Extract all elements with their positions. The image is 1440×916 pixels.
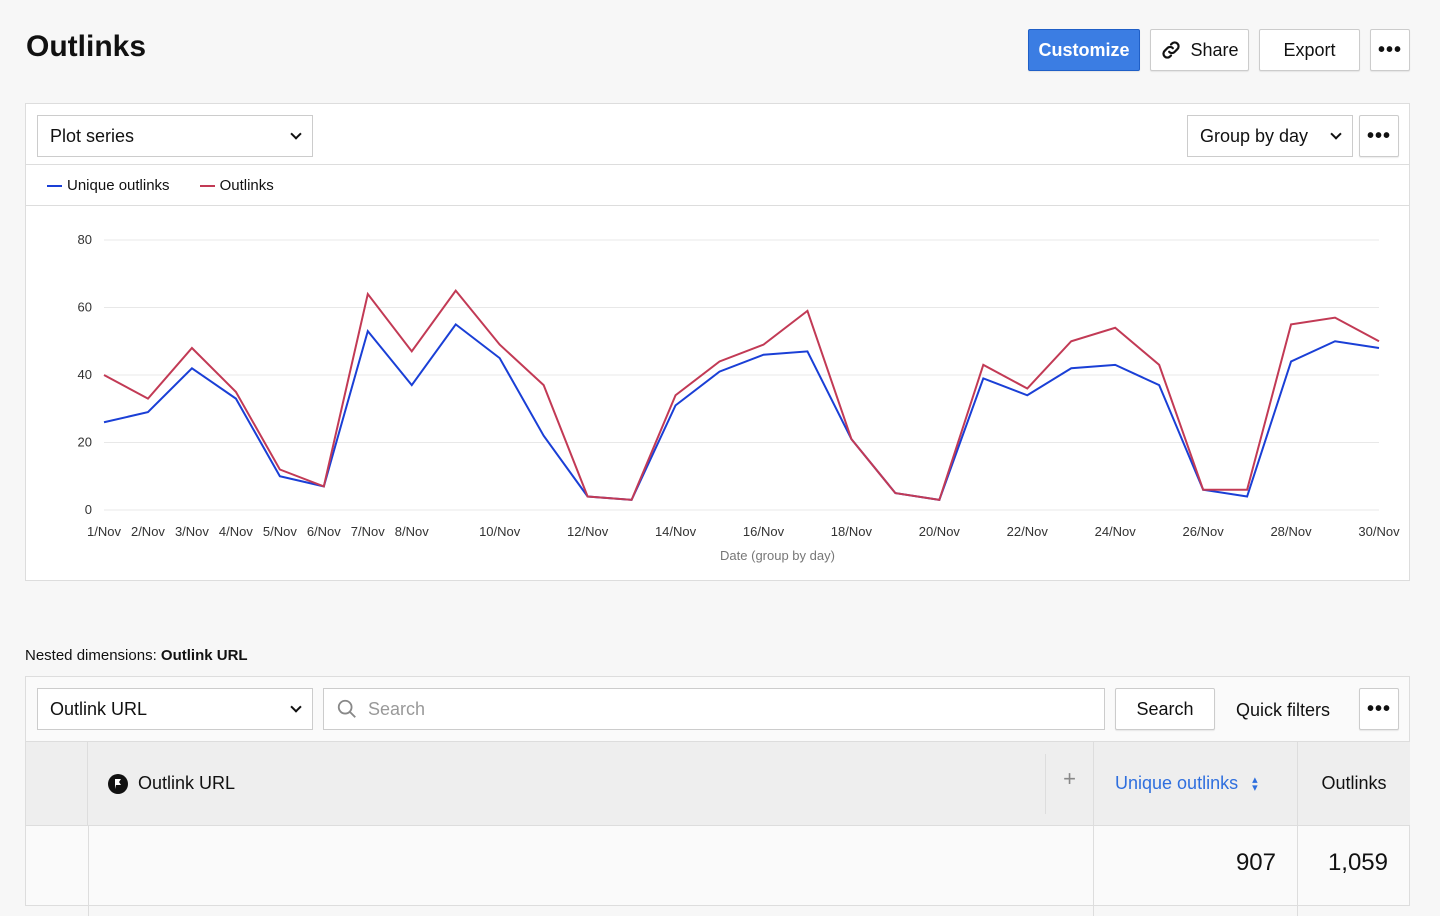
total-outlinks: 1,059 (1327, 849, 1388, 876)
search-icon (337, 699, 356, 718)
y-tick-label: 80 (78, 232, 92, 247)
export-button[interactable]: Export (1259, 29, 1360, 71)
x-tick-label: 3/Nov (175, 524, 209, 539)
share-button[interactable]: Share (1150, 29, 1249, 71)
x-tick-label: 10/Nov (479, 524, 521, 539)
x-tick-label: 14/Nov (655, 524, 697, 539)
x-tick-label: 24/Nov (1095, 524, 1137, 539)
chevron-down-icon (290, 701, 302, 713)
y-tick-label: 40 (78, 367, 92, 382)
x-tick-label: 30/Nov (1358, 524, 1400, 539)
customize-button[interactable]: Customize (1028, 29, 1140, 71)
x-tick-label: 4/Nov (219, 524, 253, 539)
chart-panel: Plot series Group by day ••• Unique outl… (25, 103, 1410, 581)
more-options-button[interactable]: ••• (1370, 29, 1410, 71)
column-label: Outlink URL (138, 773, 236, 793)
x-tick-label: 6/Nov (307, 524, 341, 539)
nested-label: Nested dimensions: (25, 647, 157, 664)
add-column-button[interactable]: + (1045, 754, 1093, 814)
x-axis-label: Date (group by day) (720, 548, 835, 563)
nested-value: Outlink URL (160, 647, 248, 664)
y-tick-label: 20 (78, 435, 92, 450)
column-label: Unique outlinks (1115, 773, 1239, 793)
link-icon (1162, 41, 1181, 59)
page-title: Outlinks (26, 30, 147, 63)
x-tick-label: 2/Nov (131, 524, 165, 539)
nested-dimensions: Nested dimensions: Outlink URL (25, 647, 248, 664)
search-placeholder: Search (368, 698, 426, 719)
sort-icon: ▴ ▾ (1252, 773, 1258, 794)
dimension-select[interactable]: Outlink URL (37, 688, 313, 730)
series-line-0 (103, 322, 1380, 501)
x-tick-label: 5/Nov (263, 524, 297, 539)
x-tick-label: 7/Nov (351, 524, 385, 539)
y-tick-label: 0 (85, 502, 92, 517)
quick-filters-button[interactable]: Quick filters (1236, 700, 1330, 721)
share-label: Share (1190, 39, 1239, 60)
y-tick-label: 60 (78, 300, 92, 315)
x-tick-label: 28/Nov (1270, 524, 1312, 539)
line-chart: 0 20 40 60 80 1/Nov 2/Nov 3/Nov 4/Nov 5/Nov 6/Nov 7… (78, 232, 1401, 563)
column-label: Outlinks (1321, 773, 1387, 793)
column-header-outlinks[interactable]: Outlinks (1297, 741, 1410, 826)
table-panel: Outlink URL Search Search Quick filters … (25, 676, 1410, 916)
table-more-button[interactable]: ••• (1359, 688, 1399, 730)
x-tick-label: 16/Nov (743, 524, 785, 539)
column-header-outlink-url[interactable]: Outlink URL + (88, 741, 1093, 826)
x-tick-label: 18/Nov (831, 524, 873, 539)
dimension-label: Outlink URL (50, 698, 148, 719)
flag-icon (108, 773, 128, 794)
x-tick-label: 12/Nov (567, 524, 609, 539)
x-tick-label: 8/Nov (395, 524, 429, 539)
x-tick-label: 22/Nov (1007, 524, 1049, 539)
series-line-1 (103, 288, 1380, 501)
total-unique-outlinks: 907 (1235, 849, 1276, 876)
search-input[interactable]: Search (323, 688, 1105, 730)
column-header-unique-outlinks[interactable]: Unique outlinks ▴ ▾ (1093, 741, 1297, 826)
search-button[interactable]: Search (1115, 688, 1215, 730)
x-tick-label: 26/Nov (1183, 524, 1225, 539)
x-tick-label: 20/Nov (919, 524, 961, 539)
x-tick-label: 1/Nov (87, 524, 121, 539)
row-select-header (26, 741, 88, 826)
